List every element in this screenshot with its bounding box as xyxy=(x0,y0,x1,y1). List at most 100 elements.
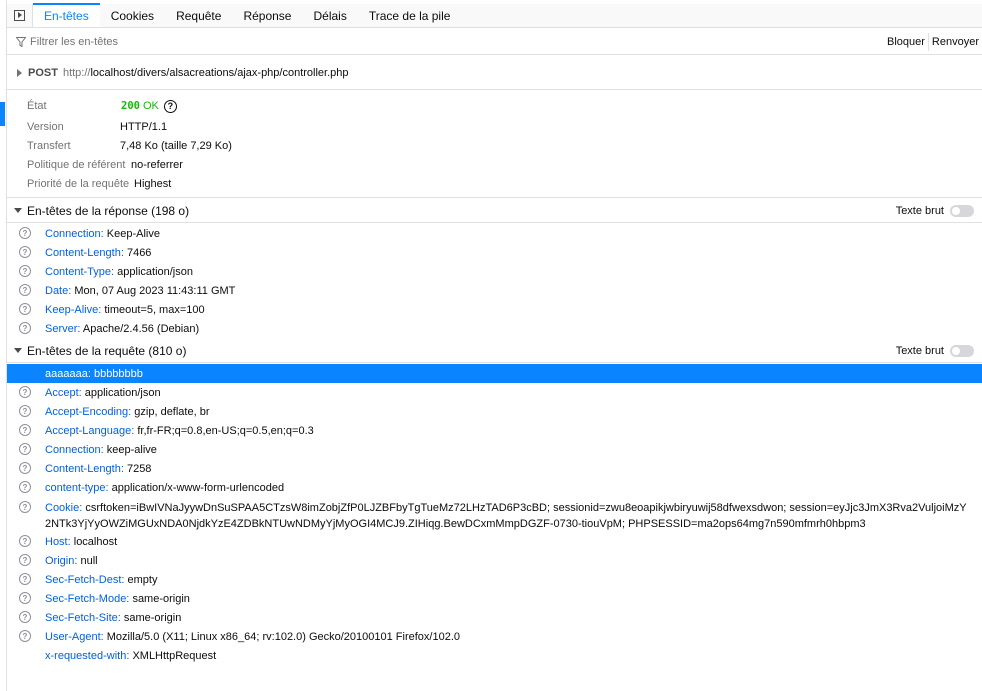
tab-request[interactable]: Requête xyxy=(165,4,232,27)
help-icon[interactable]: ? xyxy=(19,501,31,513)
header-value: localhost xyxy=(73,535,118,548)
header-row-selected[interactable]: aaaaaaa: bbbbbbbb xyxy=(7,364,982,383)
transfer-value: 7,48 Ko (taille 7,29 Ko) xyxy=(120,140,232,152)
help-icon[interactable]: ? xyxy=(19,386,31,398)
header-value: application/x-www-form-urlencoded xyxy=(111,481,285,494)
help-icon[interactable]: ? xyxy=(19,303,31,315)
tab-stack-trace[interactable]: Trace de la pile xyxy=(358,4,462,27)
help-icon[interactable]: ? xyxy=(19,227,31,239)
help-icon[interactable]: ? xyxy=(19,630,31,642)
help-icon[interactable]: ? xyxy=(19,535,31,547)
header-row[interactable]: ? Date: Mon, 07 Aug 2023 11:43:11 GMT xyxy=(7,281,982,300)
help-icon[interactable]: ? xyxy=(19,443,31,455)
header-name: User-Agent: Mozilla/5.0 (X11; Linux x86_… xyxy=(45,630,460,643)
raw-label: Texte brut xyxy=(895,345,944,357)
header-name: Content-Length: 7466 xyxy=(45,246,152,259)
help-icon[interactable]: ? xyxy=(19,481,31,493)
response-headers-header[interactable]: En-têtes de la réponse (198 o) Texte bru… xyxy=(7,199,982,223)
filter-headers-input[interactable]: Filtrer les en-têtes xyxy=(30,36,884,48)
header-row[interactable]: ? Sec-Fetch-Mode: same-origin xyxy=(7,589,982,608)
header-value: empty xyxy=(127,573,158,586)
header-name: Connection: keep-alive xyxy=(45,443,157,456)
help-icon[interactable]: ? xyxy=(19,592,31,604)
status-help-icon[interactable]: ? xyxy=(163,99,177,113)
header-value: null xyxy=(80,554,98,567)
header-row[interactable]: ? Server: Apache/2.4.56 (Debian) xyxy=(7,319,982,338)
status-code: 200 xyxy=(121,100,140,112)
tab-cookies[interactable]: Cookies xyxy=(100,4,165,27)
header-row[interactable]: ? User-Agent: Mozilla/5.0 (X11; Linux x8… xyxy=(7,627,982,646)
referrer-policy-label: Politique de référent xyxy=(27,159,126,171)
version-value: HTTP/1.1 xyxy=(120,121,168,133)
header-row[interactable]: ? Sec-Fetch-Dest: empty xyxy=(7,570,982,589)
header-name: x-requested-with: XMLHttpRequest xyxy=(45,649,217,662)
transfer-label: Transfert xyxy=(27,140,71,152)
header-row[interactable]: ? Origin: null xyxy=(7,551,982,570)
header-value: XMLHttpRequest xyxy=(132,649,217,662)
header-value: keep-alive xyxy=(106,443,157,456)
request-headers-header[interactable]: En-têtes de la requête (810 o) Texte bru… xyxy=(7,339,982,363)
header-name: aaaaaaa: bbbbbbbb xyxy=(45,367,143,380)
selection-marker xyxy=(0,102,5,126)
version-label: Version xyxy=(27,121,64,133)
header-row[interactable]: ? Keep-Alive: timeout=5, max=100 xyxy=(7,300,982,319)
priority-value: Highest xyxy=(134,178,172,190)
tab-response[interactable]: Réponse xyxy=(232,4,302,27)
help-icon[interactable]: ? xyxy=(19,265,31,277)
help-icon[interactable]: ? xyxy=(19,554,31,566)
cookie-header: Cookie: csrftoken=iBwIVNaJyywDnSuSPAA5CT… xyxy=(45,500,970,532)
tab-timings[interactable]: Délais xyxy=(302,4,357,27)
header-name: Accept-Encoding: gzip, deflate, br xyxy=(45,405,210,418)
header-value: same-origin xyxy=(132,592,190,605)
header-value: 7466 xyxy=(126,246,152,259)
priority-row: Priorité de la requête Highest xyxy=(27,175,171,193)
header-value: Mozilla/5.0 (X11; Linux x86_64; rv:102.0… xyxy=(106,630,460,643)
header-name: Server: Apache/2.4.56 (Debian) xyxy=(45,322,200,335)
header-row[interactable]: ? Connection: keep-alive xyxy=(7,440,982,459)
request-url-row[interactable]: POST http:// localhost/divers/alsacreati… xyxy=(7,56,982,90)
toggle-switch[interactable] xyxy=(950,345,974,357)
header-row[interactable]: ? Accept-Language: fr,fr-FR;q=0.8,en-US;… xyxy=(7,421,982,440)
help-icon[interactable]: ? xyxy=(19,322,31,334)
resend-button[interactable]: Renvoyer xyxy=(927,32,982,51)
header-row[interactable]: ? Content-Length: 7258 xyxy=(7,459,982,478)
header-name: Date: Mon, 07 Aug 2023 11:43:11 GMT xyxy=(45,284,236,297)
raw-response-toggle[interactable]: Texte brut xyxy=(896,199,974,223)
request-method: POST xyxy=(28,66,58,79)
header-row-cookie[interactable]: ? Cookie: csrftoken=iBwIVNaJyywDnSuSPAA5… xyxy=(7,498,982,531)
block-button[interactable]: Bloquer xyxy=(884,33,928,51)
header-name: Host: localhost xyxy=(45,535,118,548)
header-name: Sec-Fetch-Dest: empty xyxy=(45,573,158,586)
header-row[interactable]: ? Host: localhost xyxy=(7,532,982,551)
help-icon[interactable]: ? xyxy=(19,246,31,258)
help-icon[interactable]: ? xyxy=(19,284,31,296)
help-icon[interactable]: ? xyxy=(19,611,31,623)
header-row[interactable]: ? Accept-Encoding: gzip, deflate, br xyxy=(7,402,982,421)
raw-request-toggle[interactable]: Texte brut xyxy=(896,339,974,363)
header-row[interactable]: x-requested-with: XMLHttpRequest xyxy=(7,646,982,665)
header-row[interactable]: ? Sec-Fetch-Site: same-origin xyxy=(7,608,982,627)
header-row[interactable]: ? Content-Type: application/json xyxy=(7,262,982,281)
help-icon[interactable]: ? xyxy=(19,424,31,436)
toggle-switch[interactable] xyxy=(950,205,974,217)
header-name: Sec-Fetch-Site: same-origin xyxy=(45,611,182,624)
header-row[interactable]: ? Connection: Keep-Alive xyxy=(7,224,982,243)
header-value: bbbbbbbb xyxy=(93,367,143,380)
status-label: État xyxy=(27,100,47,112)
header-name: Content-Type: application/json xyxy=(45,265,193,278)
version-row: Version HTTP/1.1 xyxy=(27,118,167,136)
tab-headers[interactable]: En-têtes xyxy=(33,3,100,27)
header-name: Cookie: xyxy=(45,502,83,514)
toggle-sidebar-button[interactable] xyxy=(7,4,33,27)
header-name: Content-Length: 7258 xyxy=(45,462,152,475)
help-icon[interactable]: ? xyxy=(19,405,31,417)
response-headers-title: En-têtes de la réponse (198 o) xyxy=(27,203,190,218)
help-icon[interactable]: ? xyxy=(19,462,31,474)
header-value: Keep-Alive xyxy=(106,227,160,240)
header-row[interactable]: ? Accept: application/json xyxy=(7,383,982,402)
help-icon[interactable]: ? xyxy=(19,573,31,585)
expand-triangle-icon xyxy=(17,68,22,77)
header-name: Keep-Alive: timeout=5, max=100 xyxy=(45,303,205,316)
header-row[interactable]: ? Content-Length: 7466 xyxy=(7,243,982,262)
header-row[interactable]: ? content-type: application/x-www-form-u… xyxy=(7,478,982,497)
